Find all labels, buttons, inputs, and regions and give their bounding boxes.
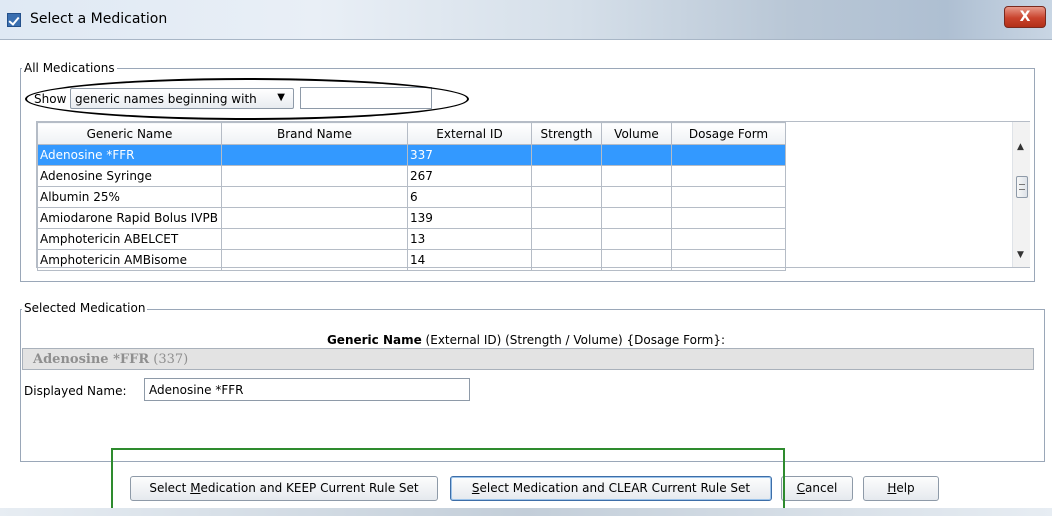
cell-generic-name: Amphotericin AMBisome <box>37 249 222 271</box>
column-header-strength[interactable]: Strength <box>531 122 602 145</box>
cell-generic-name: Adenosine *FFR <box>37 144 222 166</box>
cell-generic-name: Amphotericin ABELCET <box>37 228 222 250</box>
help-button[interactable]: Help <box>863 476 939 501</box>
keep-label-suffix: edication and KEEP Current Rule Set <box>200 481 419 495</box>
selected-medication-legend: Selected Medication <box>22 301 148 315</box>
table-row[interactable]: Albumin 25% 6 <box>37 186 786 208</box>
vertical-scrollbar[interactable]: ▲ ▼ <box>1012 122 1030 267</box>
clear-label-suffix: elect Medication and CLEAR Current Rule … <box>479 481 751 495</box>
table-row[interactable]: Amphotericin AMBisome 14 <box>37 249 786 271</box>
cell-brand-name <box>221 186 408 208</box>
cancel-mnemonic: C <box>796 481 806 495</box>
selected-generic-name: Adenosine *FFR <box>33 352 150 367</box>
format-description: Generic Name (External ID) (Strength / V… <box>0 333 1052 347</box>
cell-brand-name <box>221 228 408 250</box>
filter-type-select[interactable]: generic names beginning with ▼ <box>70 88 294 109</box>
column-header-brand-name[interactable]: Brand Name <box>221 122 408 145</box>
format-bold-label: Generic Name <box>326 333 422 347</box>
column-header-external-id[interactable]: External ID <box>407 122 532 145</box>
cell-brand-name <box>221 144 408 166</box>
displayed-name-field[interactable]: Adenosine *FFR <box>144 378 470 401</box>
cell-volume <box>601 186 672 208</box>
cell-dosage-form <box>671 207 786 229</box>
table-row[interactable]: Amiodarone Rapid Bolus IVPB 139 <box>37 207 786 229</box>
cell-volume <box>601 207 672 229</box>
cell-external-id: 6 <box>407 186 532 208</box>
cancel-label-suffix: ancel <box>805 481 838 495</box>
cell-external-id: 14 <box>407 249 532 271</box>
cell-external-id: 13 <box>407 228 532 250</box>
select-medication-dialog: Select a Medication X All Medications Sh… <box>0 0 1052 516</box>
grip-icon <box>1019 184 1025 190</box>
select-keep-rule-set-button[interactable]: Select Medication and KEEP Current Rule … <box>130 476 438 501</box>
cell-brand-name <box>221 165 408 187</box>
cell-dosage-form <box>671 249 786 271</box>
window-bottom-edge <box>0 508 1052 516</box>
column-header-dosage-form[interactable]: Dosage Form <box>671 122 786 145</box>
cell-generic-name: Albumin 25% <box>37 186 222 208</box>
selected-external-id: (337) <box>149 352 189 367</box>
close-icon: X <box>1019 9 1031 25</box>
cell-strength <box>531 186 602 208</box>
cell-dosage-form <box>671 144 786 166</box>
cell-strength <box>531 249 602 271</box>
cell-volume <box>601 165 672 187</box>
table-row[interactable]: Adenosine *FFR 337 <box>37 144 786 166</box>
cell-brand-name <box>221 249 408 271</box>
help-label-suffix: elp <box>896 481 915 495</box>
filter-text-input[interactable] <box>300 87 432 109</box>
cell-strength <box>531 144 602 166</box>
cell-external-id: 337 <box>407 144 532 166</box>
chevron-down-icon: ▼ <box>277 92 285 103</box>
cell-strength <box>531 228 602 250</box>
cell-dosage-form <box>671 228 786 250</box>
cell-volume <box>601 144 672 166</box>
scroll-down-icon[interactable]: ▼ <box>1017 250 1024 260</box>
filter-type-value: generic names beginning with <box>75 92 257 106</box>
cell-strength <box>531 207 602 229</box>
cell-volume <box>601 228 672 250</box>
select-clear-rule-set-button[interactable]: Select Medication and CLEAR Current Rule… <box>450 476 772 501</box>
clear-mnemonic: S <box>471 481 480 495</box>
cell-external-id: 139 <box>407 207 532 229</box>
cell-brand-name <box>221 207 408 229</box>
close-button[interactable]: X <box>1004 6 1046 28</box>
format-rest-label: (External ID) (Strength / Volume) {Dosag… <box>421 333 726 347</box>
keep-label-prefix: Select <box>149 481 191 495</box>
scroll-up-icon[interactable]: ▲ <box>1017 142 1024 152</box>
cell-dosage-form <box>671 186 786 208</box>
displayed-name-label: Displayed Name: <box>24 384 127 398</box>
window-title: Select a Medication <box>30 11 168 27</box>
selected-medication-display: Adenosine *FFR (337) <box>22 348 1034 370</box>
column-header-generic-name[interactable]: Generic Name <box>37 122 222 145</box>
show-label: Show <box>34 92 67 106</box>
app-icon <box>7 13 21 27</box>
medications-table: Generic Name Brand Name External ID Stre… <box>36 121 1030 271</box>
help-mnemonic: H <box>887 481 897 495</box>
scroll-thumb[interactable] <box>1016 176 1028 198</box>
displayed-name-value: Adenosine *FFR <box>149 383 244 397</box>
table-row[interactable]: Adenosine Syringe 267 <box>37 165 786 187</box>
cancel-button[interactable]: Cancel <box>781 476 853 501</box>
title-bar[interactable]: Select a Medication X <box>0 0 1052 40</box>
cell-generic-name: Amiodarone Rapid Bolus IVPB <box>37 207 222 229</box>
cell-strength <box>531 165 602 187</box>
cell-volume <box>601 249 672 271</box>
cell-external-id: 267 <box>407 165 532 187</box>
all-medications-legend: All Medications <box>22 61 117 75</box>
keep-mnemonic: M <box>190 481 201 495</box>
cell-dosage-form <box>671 165 786 187</box>
column-header-volume[interactable]: Volume <box>601 122 672 145</box>
cell-generic-name: Adenosine Syringe <box>37 165 222 187</box>
table-row[interactable]: Amphotericin ABELCET 13 <box>37 228 786 250</box>
